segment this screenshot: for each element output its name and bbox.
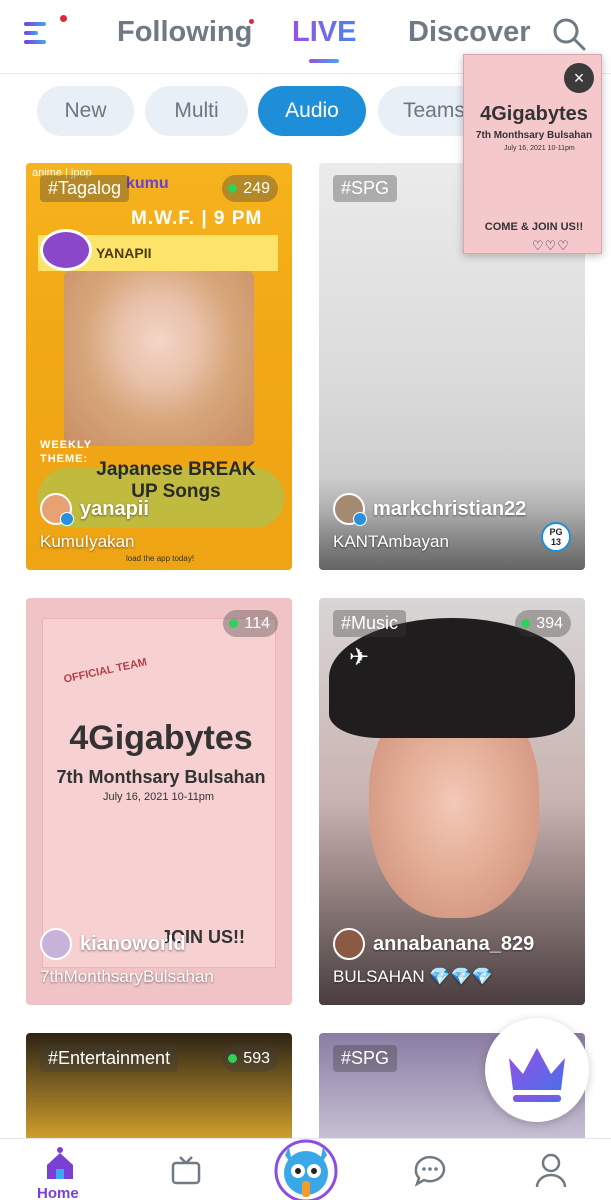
stream-tag: #Music: [333, 610, 407, 637]
nav-profile[interactable]: [531, 1139, 571, 1200]
poster-official-label: OFFICIAL TEAM: [62, 656, 149, 686]
streamer-username: annabanana_829: [373, 932, 535, 955]
streamer-username: markchristian22: [373, 497, 527, 520]
stream-title: 7thMonthsaryBulsahan: [40, 967, 214, 986]
streamer-row: yanapii: [40, 493, 149, 526]
poster-badge: [40, 229, 92, 271]
viewer-count: 114: [223, 610, 278, 637]
heart-icon: ♡♡♡: [532, 238, 570, 253]
viewer-count: 394: [515, 610, 571, 637]
poster-host: YANAPII: [96, 245, 152, 261]
tab-following[interactable]: Following: [117, 16, 252, 49]
leaderboard-button[interactable]: [485, 1018, 589, 1122]
streamer-row: markchristian22: [333, 493, 527, 526]
nav-go-live[interactable]: [271, 1133, 341, 1200]
poster-frame: OFFICIAL TEAM 4Gigabytes 7th Monthsary B…: [42, 618, 276, 968]
close-icon[interactable]: ×: [564, 63, 594, 93]
active-tab-indicator: [309, 59, 339, 63]
avatar: [333, 493, 367, 526]
stream-tag: #Entertainment: [40, 1045, 179, 1072]
menu-icon[interactable]: [24, 20, 58, 48]
poster-download-text: load the app today!: [126, 554, 195, 563]
viewer-count-value: 114: [244, 615, 270, 632]
following-notification-dot: [249, 19, 254, 24]
stream-tag: #SPG: [333, 1045, 398, 1072]
stream-title: KANTAmbayan: [333, 532, 449, 551]
streamer-row: annabanana_829: [333, 928, 534, 960]
stream-title: KumuIyakan: [40, 532, 135, 551]
search-icon[interactable]: [551, 16, 587, 52]
mini-player[interactable]: 4Gigabytes 7th Monthsary Bulsahan July 1…: [463, 54, 602, 254]
avatar: [333, 928, 365, 960]
content-rating-badge: PG 13: [541, 522, 571, 552]
nav-home-label: Home: [37, 1185, 79, 1200]
poster-schedule: M.W.F. | 9 PM: [131, 208, 263, 229]
viewer-count: 249: [222, 175, 278, 202]
viewer-count-value: 249: [243, 180, 270, 197]
poster-date: July 16, 2021 10-11pm: [103, 791, 215, 803]
live-dot-icon: [228, 184, 238, 193]
crown-icon: [509, 1048, 565, 1102]
stream-tag: #Tagalog: [40, 175, 130, 202]
stream-card[interactable]: OFFICIAL TEAM 4Gigabytes 7th Monthsary B…: [26, 598, 292, 1005]
filter-chip-audio[interactable]: Audio: [258, 86, 366, 136]
viewer-count-value: 394: [536, 615, 563, 632]
nav-home[interactable]: Home: [30, 1139, 90, 1200]
poster-title: 4Gigabytes: [69, 719, 253, 757]
mini-player-title: 4Gigabytes: [480, 103, 588, 125]
nav-messages[interactable]: [410, 1139, 450, 1200]
mini-player-cta: COME & JOIN US!!: [484, 221, 584, 233]
mascot-icon: [274, 1139, 338, 1200]
stream-card[interactable]: #Entertainment 593: [26, 1033, 292, 1143]
rating-top: PG: [549, 527, 563, 537]
bottom-nav: Home: [0, 1138, 611, 1200]
filter-chip-multi[interactable]: Multi: [145, 86, 248, 136]
viewer-count-value: 593: [243, 1050, 270, 1067]
stream-thumbnail-photo: [64, 271, 254, 446]
live-dot-icon: [521, 619, 531, 628]
airplane-icon: ✈: [349, 644, 370, 671]
menu-notification-dot: [60, 15, 67, 22]
rating-bottom: 13: [550, 537, 561, 547]
stream-title: BULSAHAN 💎💎💎: [333, 967, 493, 986]
nav-tv[interactable]: [166, 1139, 206, 1200]
tab-live[interactable]: LIVE: [292, 16, 356, 49]
home-icon: [47, 1147, 73, 1179]
mini-player-subtitle: 7th Monthsary Bulsahan: [475, 130, 593, 141]
avatar: [40, 493, 74, 526]
verified-icon: [60, 512, 74, 526]
poster-brand: kumu: [126, 175, 169, 192]
filter-chip-new[interactable]: New: [37, 86, 134, 136]
stream-tag: #SPG: [333, 175, 398, 202]
profile-icon: [535, 1153, 567, 1188]
streamer-username: kianoworld: [80, 932, 186, 955]
verified-icon: [353, 512, 367, 526]
avatar: [40, 928, 72, 960]
tv-icon: [171, 1156, 201, 1185]
tab-discover[interactable]: Discover: [408, 16, 531, 49]
chat-icon: [414, 1155, 446, 1187]
streamer-row: kianoworld: [40, 928, 186, 960]
live-dot-icon: [228, 1054, 238, 1063]
stream-card[interactable]: anime | jpop kumu M.W.F. | 9 PM YANAPII …: [26, 163, 292, 570]
stream-card[interactable]: ✈ #Music 394 annabanana_829 BULSAHAN 💎💎💎: [319, 598, 585, 1005]
poster-subtitle: 7th Monthsary Bulsahan: [56, 767, 266, 787]
mini-player-date: July 16, 2021 10-11pm: [504, 145, 575, 152]
live-dot-icon: [229, 619, 239, 628]
viewer-count: 593: [222, 1045, 278, 1072]
streamer-username: yanapii: [80, 497, 149, 520]
